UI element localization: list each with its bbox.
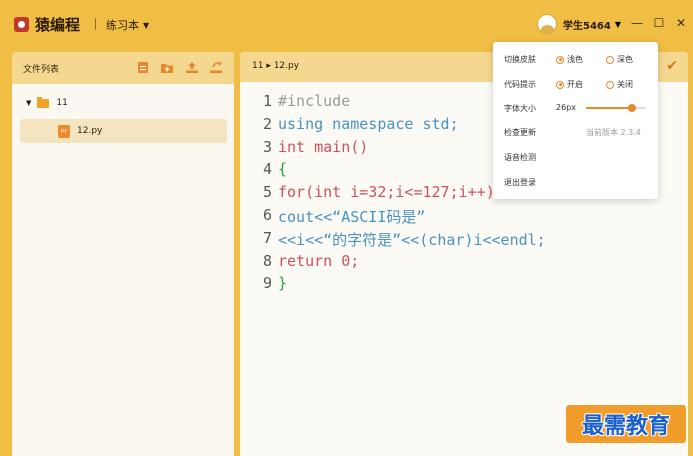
user-menu[interactable]: 学生5464 ▼ xyxy=(537,14,621,34)
close-icon[interactable]: ✕ xyxy=(674,16,688,30)
hint-on-label: 开启 xyxy=(567,80,583,89)
line-number: 7 xyxy=(262,228,272,247)
watermark-logo: 最需教育 xyxy=(566,405,686,443)
radio-icon xyxy=(606,55,614,64)
new-file-icon[interactable] xyxy=(137,62,149,73)
line-number: 4 xyxy=(262,160,272,179)
logout-item[interactable]: 退出登录 xyxy=(504,177,536,188)
file-name: 12.py xyxy=(77,126,103,136)
radio-selected-icon xyxy=(556,80,564,89)
radio-selected-icon xyxy=(556,55,564,64)
tree-file[interactable]: py 12.py xyxy=(20,119,227,143)
file-panel-header: 文件列表 xyxy=(12,52,234,84)
hint-off-radio[interactable]: 关闭 xyxy=(606,79,633,90)
new-folder-icon[interactable] xyxy=(161,62,173,73)
settings-dropdown: 切换皮肤 浅色 深色 代码提示 开启 关闭 字体大小 26px 检查更新 当前版… xyxy=(493,42,658,199)
hint-label: 代码提示 xyxy=(504,80,536,89)
line-number: 5 xyxy=(262,183,272,202)
code-line[interactable]: } xyxy=(278,274,546,297)
file-panel: 文件列表 ▼ 11 py 12.py xyxy=(12,52,234,456)
line-number: 9 xyxy=(262,274,272,293)
workbook-label: 练习本 xyxy=(106,19,139,32)
font-size-slider-fill xyxy=(586,107,632,109)
export-icon[interactable] xyxy=(210,62,222,73)
caret-down-icon: ▼ xyxy=(143,20,150,30)
tree-folder[interactable]: ▼ 11 xyxy=(26,96,68,108)
font-size-label: 字体大小 xyxy=(504,104,536,113)
avatar xyxy=(537,14,557,34)
file-panel-title: 文件列表 xyxy=(23,65,60,75)
username: 学生5464 xyxy=(563,20,611,32)
folder-name: 11 xyxy=(56,98,68,108)
font-size-slider-knob[interactable] xyxy=(628,104,636,112)
line-number: 8 xyxy=(262,251,272,270)
line-number-gutter: 1 2 3 4 5 6 7 8 9 xyxy=(248,92,272,297)
voice-check-item[interactable]: 语音检测 xyxy=(504,152,536,163)
theme-dark-label: 深色 xyxy=(617,55,633,64)
title-divider xyxy=(95,18,96,30)
code-line[interactable]: cout<<“ASCII码是” xyxy=(278,206,546,229)
folder-icon xyxy=(37,96,50,108)
caret-down-icon: ▼ xyxy=(26,99,32,107)
caret-down-icon: ▼ xyxy=(614,19,621,29)
theme-dark-radio[interactable]: 深色 xyxy=(606,54,633,65)
theme-light-label: 浅色 xyxy=(567,55,583,64)
hint-off-label: 关闭 xyxy=(617,80,633,89)
font-size-value: 26px xyxy=(556,103,576,112)
editor-tab-path[interactable]: 11 ▸ 12.py xyxy=(252,61,299,71)
hint-on-radio[interactable]: 开启 xyxy=(556,79,583,90)
python-file-icon: py xyxy=(58,124,70,138)
line-number: 1 xyxy=(262,92,272,110)
minimize-icon[interactable]: — xyxy=(630,16,644,30)
line-number: 2 xyxy=(262,114,272,133)
radio-icon xyxy=(606,80,614,89)
logo-icon xyxy=(14,17,29,32)
version-text: 当前版本 2.3.4 xyxy=(586,128,641,137)
upload-icon[interactable] xyxy=(186,62,198,73)
title-bar: 猿编程 练习本 ▼ 学生5464 ▼ — ☐ ✕ xyxy=(0,0,693,46)
code-line[interactable]: return 0; xyxy=(278,252,546,275)
app-name: 猿编程 xyxy=(35,16,81,34)
theme-label: 切换皮肤 xyxy=(504,55,536,64)
watermark-text: 最需教育 xyxy=(581,413,670,439)
line-number: 3 xyxy=(262,137,272,156)
line-number: 6 xyxy=(262,205,272,224)
maximize-icon[interactable]: ☐ xyxy=(652,16,666,30)
check-update-item[interactable]: 检查更新 xyxy=(504,127,536,138)
workbook-menu[interactable]: 练习本 ▼ xyxy=(106,17,149,33)
check-icon[interactable]: ✔ xyxy=(666,58,678,74)
theme-light-radio[interactable]: 浅色 xyxy=(556,54,583,65)
code-line[interactable]: <<i<<“的字符是”<<(char)i<<endl; xyxy=(278,229,546,252)
app-logo: 猿编程 xyxy=(14,14,80,35)
